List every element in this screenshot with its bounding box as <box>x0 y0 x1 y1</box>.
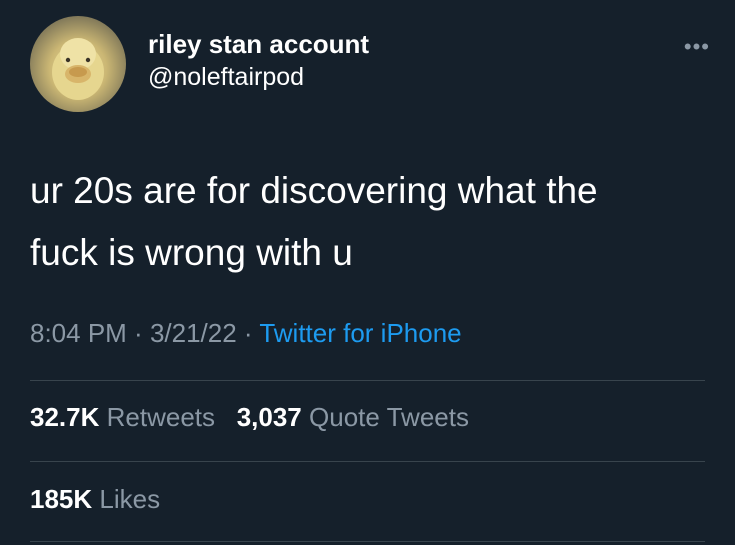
author-names: riley stan account @noleftairpod <box>148 28 369 94</box>
duckling-avatar-icon <box>52 38 104 100</box>
meta-separator: · <box>126 318 150 348</box>
divider <box>30 461 705 462</box>
tweet-text-line: fuck is wrong with u <box>30 232 353 273</box>
tweet-meta: 8:04 PM · 3/21/22 · Twitter for iPhone <box>30 318 462 349</box>
divider <box>30 380 705 381</box>
more-horizontal-icon[interactable]: ••• <box>684 34 710 60</box>
user-handle[interactable]: @noleftairpod <box>148 60 369 94</box>
avatar[interactable] <box>30 16 126 112</box>
engagement-stats: 32.7K Retweets 3,037 Quote Tweets <box>30 402 469 433</box>
tweet-text-line: ur 20s are for discovering what the <box>30 170 598 211</box>
tweet-detail: riley stan account @noleftairpod ••• ur … <box>0 0 735 545</box>
retweets-count: 32.7K <box>30 402 100 432</box>
meta-separator: · <box>236 318 260 348</box>
likes-stat[interactable]: 185K Likes <box>30 484 160 514</box>
likes-count: 185K <box>30 484 93 514</box>
tweet-time[interactable]: 8:04 PM <box>30 318 127 348</box>
retweets-label: Retweets <box>106 402 216 432</box>
quote-tweets-label: Quote Tweets <box>309 402 469 432</box>
tweet-header: riley stan account @noleftairpod ••• <box>30 16 710 116</box>
quote-tweets-stat[interactable]: 3,037 Quote Tweets <box>237 402 469 432</box>
divider <box>30 541 705 542</box>
likes-label: Likes <box>99 484 161 514</box>
display-name[interactable]: riley stan account <box>148 28 369 60</box>
likes-row: 185K Likes <box>30 484 160 515</box>
tweet-text: ur 20s are for discovering what the fuck… <box>30 160 710 284</box>
quote-tweets-count: 3,037 <box>236 402 302 432</box>
tweet-source-link[interactable]: Twitter for iPhone <box>259 318 461 348</box>
tweet-date[interactable]: 3/21/22 <box>150 318 237 348</box>
retweets-stat[interactable]: 32.7K Retweets <box>30 402 222 432</box>
